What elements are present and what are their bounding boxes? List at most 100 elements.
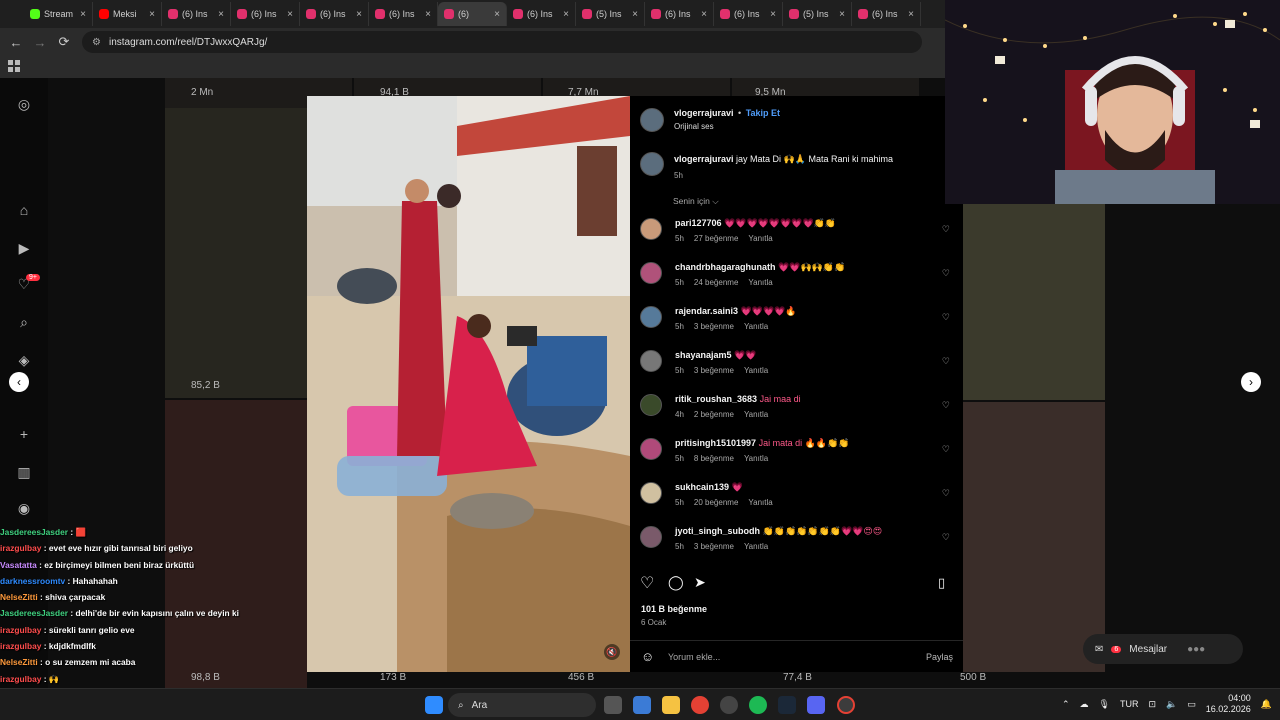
like-count[interactable]: 101 B beğenme [641,604,707,614]
close-tab-icon[interactable]: × [701,9,707,20]
steam-icon[interactable] [778,696,796,714]
comment-input[interactable]: Yorum ekle... [668,652,720,662]
app-icon[interactable] [720,696,738,714]
author-avatar[interactable] [640,108,664,132]
browser-tab[interactable]: (6) Ins × [645,2,714,26]
comment-icon[interactable]: ◯ [668,574,684,591]
browser-tab[interactable]: (6) Ins × [162,2,231,26]
task-view-icon[interactable] [604,696,622,714]
commenter-avatar[interactable] [640,526,662,548]
clock[interactable]: 04:00 16.02.2026 [1206,693,1251,715]
chat-username[interactable]: irazgulbay [0,641,41,651]
chat-username[interactable]: NelseZitti [0,592,38,602]
browser-tab[interactable]: (6) × [438,2,507,26]
mute-icon[interactable]: 🔇 [604,644,620,660]
chat-username[interactable]: Vasatatta [0,560,37,570]
browser-tab[interactable]: (6) Ins × [852,2,921,26]
comment-likes[interactable]: 2 beğenme [694,410,734,419]
close-tab-icon[interactable]: × [770,9,776,20]
chrome-icon[interactable] [691,696,709,714]
battery-icon[interactable]: ▭ [1187,699,1196,710]
reply-button[interactable]: Yanıtla [744,542,768,551]
comment-like-icon[interactable]: ♡ [942,268,950,279]
browser-tab[interactable]: (6) Ins × [714,2,783,26]
search-icon[interactable]: ⌕ [14,312,34,332]
browser-tab[interactable]: (6) Ins × [507,2,576,26]
close-tab-icon[interactable]: × [356,9,362,20]
notification-icon[interactable]: 🔔 [1261,699,1272,710]
commenter-avatar[interactable] [640,438,662,460]
commenter-avatar[interactable] [640,350,662,372]
spotify-icon[interactable] [749,696,767,714]
mic-icon[interactable]: 🎙 [1099,699,1110,710]
reply-button[interactable]: Yanıtla [744,410,768,419]
chat-username[interactable]: NelseZitti [0,657,38,667]
commenter-username[interactable]: shayanajam5 [675,350,732,360]
instagram-logo-icon[interactable]: ◎ [14,94,34,114]
commenter-avatar[interactable] [640,262,662,284]
close-tab-icon[interactable]: × [287,9,293,20]
commenter-avatar[interactable] [640,306,662,328]
dashboard-icon[interactable]: ▥ [14,462,34,482]
caption-avatar[interactable] [640,152,664,176]
commenter-username[interactable]: pari127706 [675,218,722,228]
reel-video[interactable]: 🔇 [307,96,630,672]
reply-button[interactable]: Yanıtla [744,322,768,331]
browser-tab[interactable]: (5) Ins × [783,2,852,26]
browser-tab[interactable]: (6) Ins × [369,2,438,26]
commenter-username[interactable]: chandrbhagaraghunath [675,262,776,272]
comment-like-icon[interactable]: ♡ [942,224,950,235]
reply-button[interactable]: Yanıtla [748,234,772,243]
tray-chevron-icon[interactable]: ⌃ [1062,699,1070,710]
commenter-avatar[interactable] [640,394,662,416]
messages-button[interactable]: ✉ 6 Mesajlar ●●● [1083,634,1243,664]
comment-likes[interactable]: 20 beğenme [694,498,738,507]
windows-start-icon[interactable] [425,696,443,714]
explore-icon[interactable]: ◈ [14,350,34,370]
close-tab-icon[interactable]: × [218,9,224,20]
save-icon[interactable]: ▯ [938,575,945,591]
reply-button[interactable]: Yanıtla [748,498,772,507]
close-tab-icon[interactable]: × [494,9,500,20]
comment-likes[interactable]: 3 beğenme [694,366,734,375]
commenter-username[interactable]: rajendar.saini3 [675,306,738,316]
commenter-username[interactable]: jyoti_singh_subodh [675,526,760,536]
close-tab-icon[interactable]: × [839,9,845,20]
grid-tile[interactable] [963,202,1105,400]
store-icon[interactable] [633,696,651,714]
site-info-icon[interactable]: ⚙ [92,37,101,48]
cloud-icon[interactable]: ☁ [1080,699,1089,710]
like-icon[interactable]: ♡ [640,573,654,593]
reply-button[interactable]: Yanıtla [744,454,768,463]
comment-like-icon[interactable]: ♡ [942,400,950,411]
commenter-username[interactable]: sukhcain139 [675,482,729,492]
next-arrow-button[interactable]: › [1241,372,1261,392]
comment-like-icon[interactable]: ♡ [942,532,950,543]
share-icon[interactable]: ➤ [694,574,706,591]
commenter-username[interactable]: pritisingh15101997 [675,438,756,448]
comment-likes[interactable]: 3 beğenme [694,542,734,551]
comment-likes[interactable]: 8 beğenme [694,454,734,463]
back-icon[interactable]: ← [4,35,28,50]
chat-username[interactable]: irazgulbay [0,625,41,635]
comment-likes[interactable]: 27 beğenme [694,234,738,243]
emoji-icon[interactable]: ☺ [641,649,654,664]
apps-icon[interactable] [8,60,20,72]
browser-tab[interactable]: Stream × [24,2,93,26]
close-tab-icon[interactable]: × [80,9,86,20]
discord-icon[interactable] [807,696,825,714]
reload-icon[interactable]: ⟳ [52,34,76,50]
volume-icon[interactable]: 🔈 [1166,699,1177,710]
forward-icon[interactable]: → [28,35,52,50]
home-icon[interactable]: ⌂ [14,200,34,220]
close-tab-icon[interactable]: × [908,9,914,20]
language-indicator[interactable]: TUR [1120,699,1139,709]
profile-icon[interactable]: ◉ [14,498,34,518]
chat-username[interactable]: JasdereesJasder [0,608,68,618]
create-icon[interactable]: + [14,424,34,444]
comment-like-icon[interactable]: ♡ [942,312,950,323]
taskbar-search[interactable]: ⌕ Ara [448,693,596,717]
browser-tab[interactable]: (5) Ins × [576,2,645,26]
chrome-active-icon[interactable] [837,696,855,714]
audio-label[interactable]: Orijinal ses [674,122,714,131]
